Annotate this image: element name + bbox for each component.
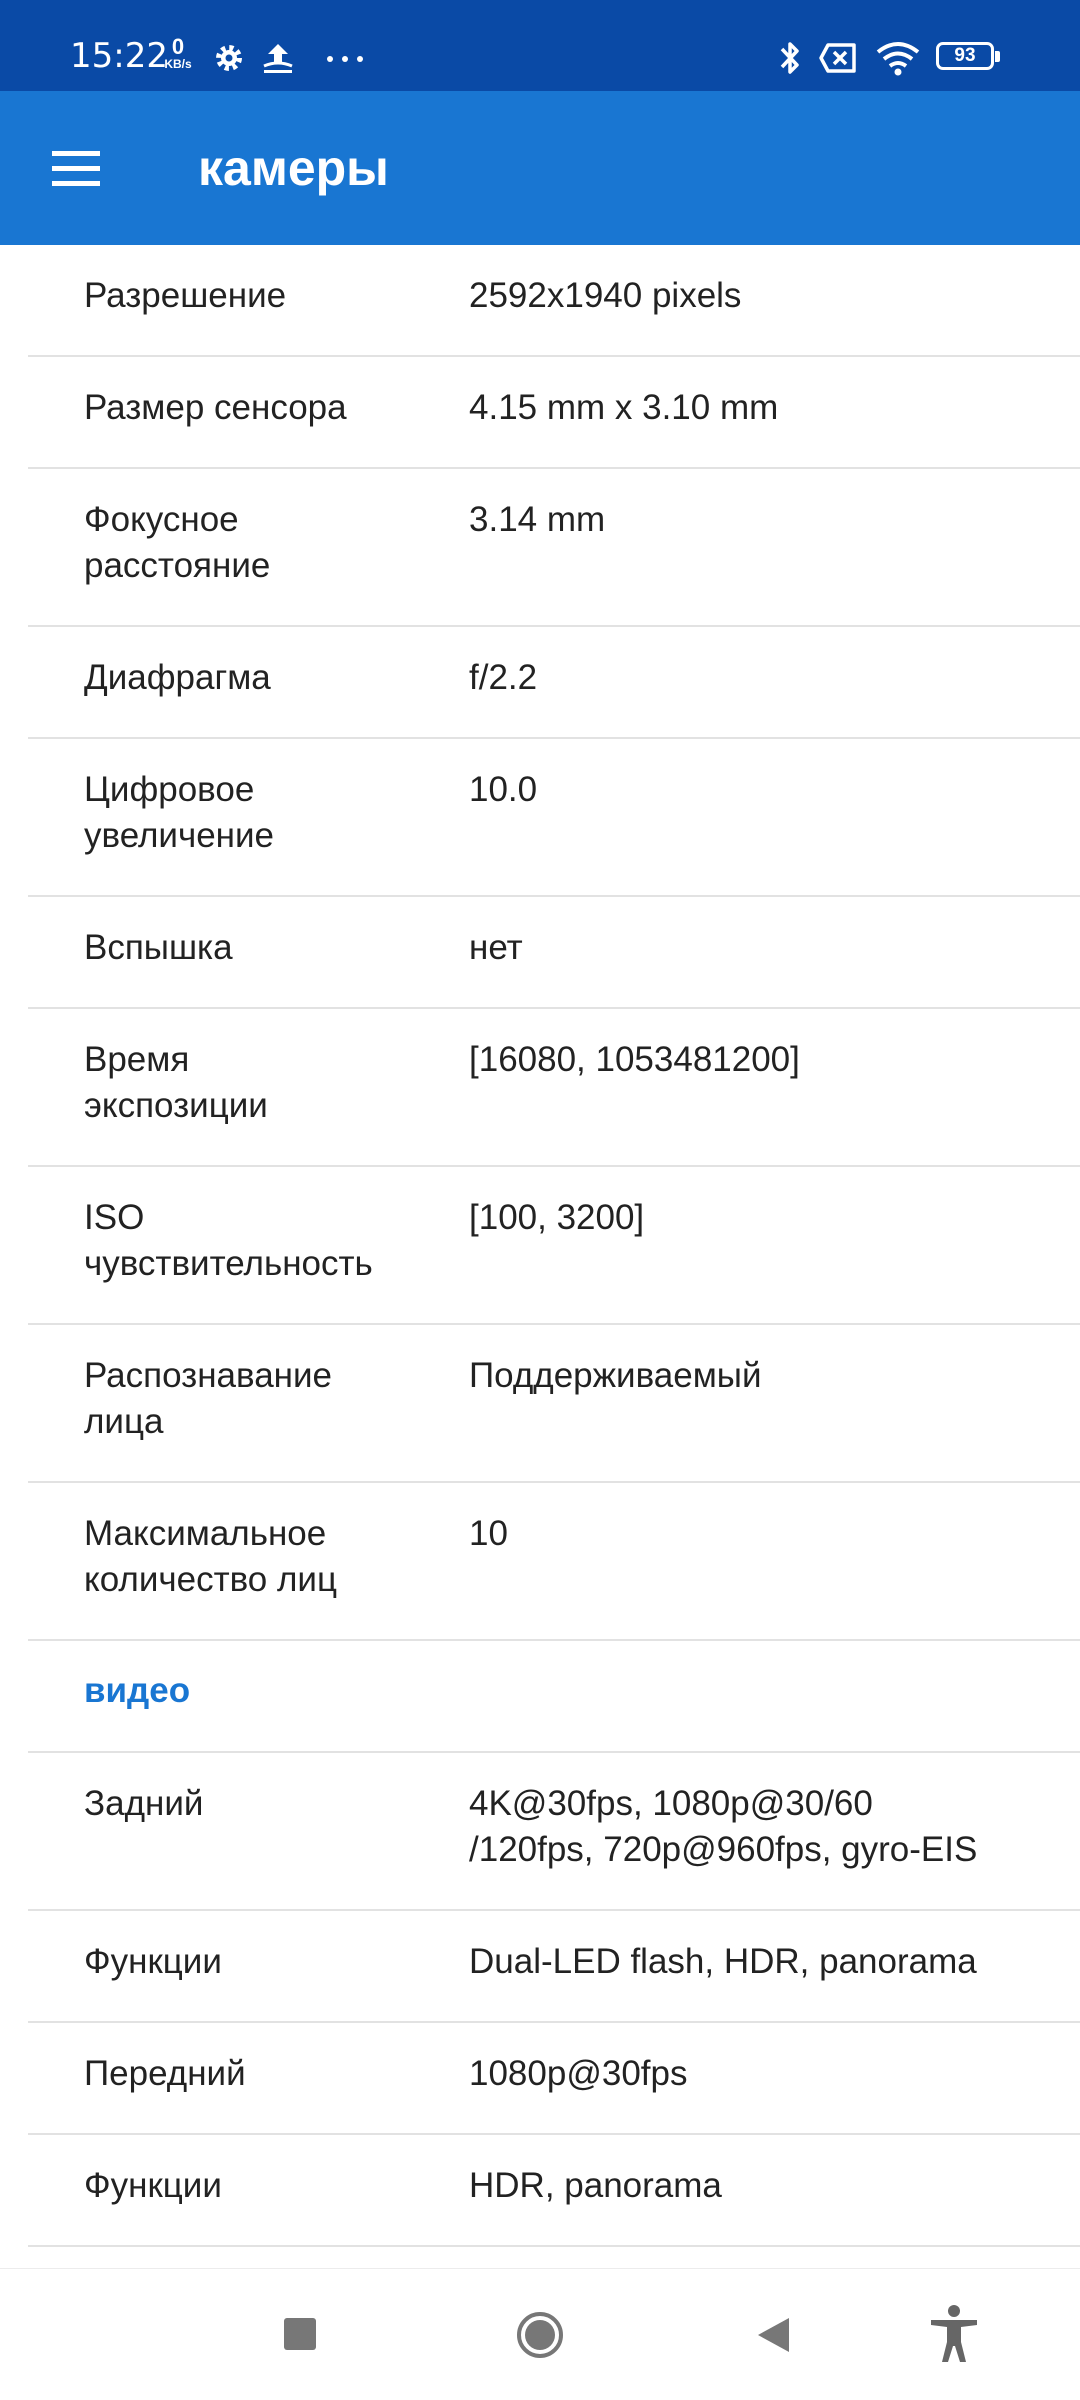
section-title: видео (84, 1671, 191, 1710)
spec-value: HDR, panorama (469, 2166, 722, 2205)
spec-row-iso: ISO чувствительность [100, 3200] (28, 1167, 1080, 1325)
spec-label: ISO чувствительность (84, 1198, 373, 1283)
accessibility-icon[interactable] (928, 2304, 980, 2364)
spec-value: 10 (469, 1514, 508, 1553)
spec-label: Распознавание лица (84, 1356, 333, 1441)
spec-row-exposure-time: Время экспозиции [16080, 1053481200] (28, 1009, 1080, 1167)
upload-icon (263, 44, 293, 73)
spec-row-rear-video: Задний 4K@30fps, 1080p@30/60 /120fps, 72… (28, 1753, 1080, 1911)
spec-row-focal-length: Фокусное расстояние 3.14 mm (28, 469, 1080, 627)
spec-label: Фокусное расстояние (84, 500, 271, 585)
spec-value: 3.14 mm (469, 500, 606, 539)
spec-row-max-faces: Максимальное количество лиц 10 (28, 1483, 1080, 1641)
spec-value: нет (469, 928, 523, 967)
app-bar: камеры (0, 91, 1080, 245)
spec-value: Поддерживаемый (469, 1356, 762, 1395)
spec-label: Функции (84, 1942, 222, 1981)
more-icon (327, 56, 363, 62)
spec-value: 2592x1940 pixels (469, 276, 742, 315)
spec-label: Вспышка (84, 928, 233, 967)
bluetooth-icon (780, 42, 799, 74)
spec-row-aperture: Диафрагма f/2.2 (28, 627, 1080, 739)
page-title: камеры (198, 140, 389, 196)
network-speed: 0 KB/s (160, 34, 196, 71)
hamburger-menu-icon[interactable] (44, 139, 108, 199)
spec-value: f/2.2 (469, 658, 538, 697)
spec-label: Цифровое увеличение (84, 770, 275, 855)
spec-label: Задний (84, 1784, 204, 1823)
spec-value: 1080p@30fps (469, 2054, 688, 2093)
section-header-video: видео (28, 1641, 1080, 1753)
battery-icon: 93 (936, 42, 1002, 74)
spec-value: 4K@30fps, 1080p@30/60 /120fps, 720p@960f… (469, 1784, 978, 1869)
spec-value: [16080, 1053481200] (469, 1040, 800, 1079)
battery-level: 93 (954, 45, 976, 66)
navigation-bar (0, 2268, 1080, 2400)
sim-off-icon (819, 43, 856, 73)
spec-row-front-video: Передний 1080p@30fps (28, 2023, 1080, 2135)
spec-row-front-features: Функции HDR, panorama (28, 2135, 1080, 2247)
network-speed-unit: KB/s (164, 57, 192, 71)
spec-row-flash: Вспышка нет (28, 897, 1080, 1009)
spec-label: Максимальное количество лиц (84, 1514, 338, 1599)
spec-value: 4.15 mm x 3.10 mm (469, 388, 779, 427)
spec-row-digital-zoom: Цифровое увеличение 10.0 (28, 739, 1080, 897)
spec-label: Размер сенсора (84, 388, 347, 427)
spec-label: Время экспозиции (84, 1040, 268, 1125)
spec-row-resolution: Разрешение 2592x1940 pixels (28, 245, 1080, 357)
back-icon[interactable] (755, 2316, 791, 2354)
spec-label: Передний (84, 2054, 246, 2093)
gear-icon (216, 45, 242, 71)
spec-label: Диафрагма (84, 658, 271, 697)
spec-row-face-detection: Распознавание лица Поддерживаемый (28, 1325, 1080, 1483)
nav-divider (0, 2268, 1080, 2269)
wifi-icon (876, 42, 920, 76)
spec-row-rear-features: Функции Dual-LED flash, HDR, panorama (28, 1911, 1080, 2023)
home-icon[interactable] (515, 2310, 565, 2360)
spec-label: Функции (84, 2166, 222, 2205)
spec-label: Разрешение (84, 276, 287, 315)
spec-value: [100, 3200] (469, 1198, 645, 1237)
camera-spec-list[interactable]: Разрешение 2592x1940 pixels Размер сенсо… (0, 245, 1080, 2247)
spec-row-sensor-size: Размер сенсора 4.15 mm x 3.10 mm (28, 357, 1080, 469)
status-time: 15:22 (70, 36, 168, 76)
recent-apps-icon[interactable] (282, 2316, 318, 2352)
network-speed-value: 0 (171, 34, 185, 59)
status-bar: 15:22 0 KB/s 93 (0, 0, 1080, 91)
spec-value: Dual-LED flash, HDR, panorama (469, 1942, 977, 1981)
spec-value: 10.0 (469, 770, 538, 809)
